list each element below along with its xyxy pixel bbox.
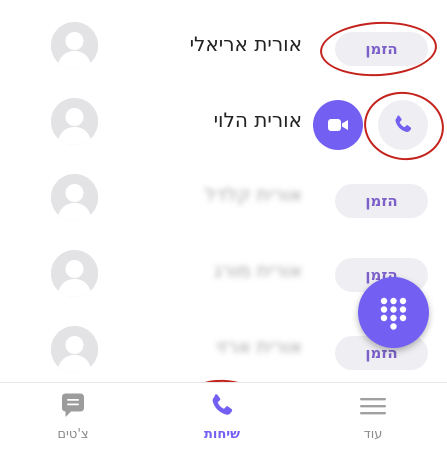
dialpad-icon	[380, 297, 407, 330]
video-camera-icon	[328, 119, 348, 131]
avatar-placeholder-icon	[51, 22, 98, 69]
contact-name: אורית קלדל	[205, 184, 302, 206]
dialpad-button[interactable]	[358, 277, 429, 348]
menu-icon	[360, 398, 386, 415]
contact-name: אורית מורג	[213, 260, 302, 282]
avatar-placeholder-icon	[51, 326, 98, 373]
contact-name: אורית הלוי	[213, 108, 302, 132]
video-call-button[interactable]	[313, 100, 363, 150]
avatar	[51, 22, 98, 69]
contact-row[interactable]: אורית קלדל הזמן	[0, 162, 447, 238]
tab-chats[interactable]: צ'טים	[18, 383, 128, 470]
avatar-placeholder-icon	[51, 250, 98, 297]
invite-button[interactable]: הזמן	[335, 32, 428, 66]
tab-calls-label: שיחות	[204, 427, 240, 442]
avatar-placeholder-icon	[51, 98, 98, 145]
avatar	[51, 174, 98, 221]
bottom-tab-bar: עוד שיחות צ'טים	[0, 382, 447, 470]
phone-icon	[395, 115, 412, 132]
chat-bubble-icon	[62, 393, 84, 417]
tab-more-label: עוד	[363, 427, 383, 442]
avatar	[51, 250, 98, 297]
contact-name: אורית ארזי	[216, 336, 302, 358]
invite-button[interactable]: הזמן	[335, 184, 428, 218]
avatar	[51, 326, 98, 373]
contact-row[interactable]: אורית אריאלי הזמן	[0, 10, 447, 86]
voice-call-button[interactable]	[378, 100, 428, 150]
phone-icon	[212, 394, 233, 415]
avatar	[51, 98, 98, 145]
tab-chats-label: צ'טים	[57, 427, 89, 442]
contact-name: אורית אריאלי	[189, 32, 302, 56]
contact-row[interactable]: אורית הלוי	[0, 86, 447, 162]
tab-more[interactable]: עוד	[318, 383, 428, 470]
avatar-placeholder-icon	[51, 174, 98, 221]
tab-calls[interactable]: שיחות	[167, 383, 277, 470]
